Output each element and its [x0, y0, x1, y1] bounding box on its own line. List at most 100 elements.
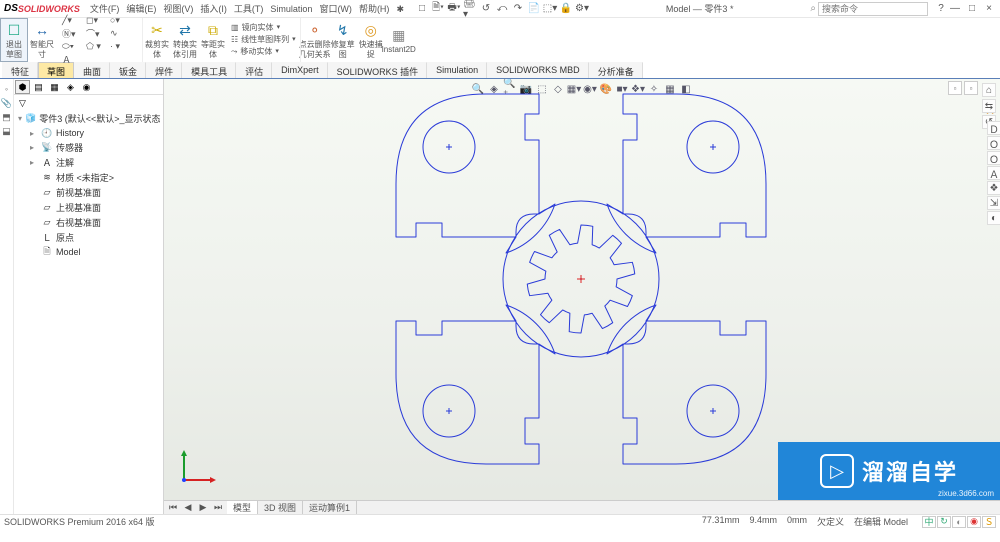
view-tool-1[interactable]: ◈ [487, 82, 501, 96]
sketch-tool-9[interactable]: Ａ [62, 54, 84, 66]
pattern-tool-2[interactable]: ⤳移动实体▾ [231, 46, 279, 58]
menu-item-4[interactable]: 工具(T) [234, 4, 264, 14]
tray-icon-4[interactable]: Ｓ [982, 516, 996, 528]
repair-sketch-button[interactable]: ↯ 修复草 图 [329, 18, 357, 62]
tree-item-3[interactable]: ≋材质 <未指定> [18, 170, 159, 185]
view-tool-5[interactable]: ◇ [551, 82, 565, 96]
view-tool-11[interactable]: ✧ [647, 82, 661, 96]
menu-item-7[interactable]: 帮助(H) [359, 4, 390, 14]
bottom-tab-0[interactable]: 模型 [227, 501, 258, 514]
convert-entities-button[interactable]: ⇄ 转换实 体引用 [171, 18, 199, 62]
menu-item-6[interactable]: 窗口(W) [319, 4, 352, 14]
title-tool-2[interactable]: 🖶▾ [447, 2, 461, 16]
instant2d-button[interactable]: ▦ Instant2D [385, 18, 413, 62]
hud-button-1[interactable]: ⇆ [982, 99, 996, 113]
bt-nav-0[interactable]: ⏮ [166, 502, 180, 513]
fm-filter-icon[interactable]: ▽ [15, 96, 30, 110]
search-input[interactable] [818, 2, 928, 16]
sketch-tool-3[interactable]: Ⓝ▾ [62, 28, 84, 40]
help-button[interactable]: ? [934, 2, 948, 16]
sketch-tool-4[interactable]: ⌒▾ [86, 28, 108, 40]
menu-item-5[interactable]: Simulation [270, 4, 312, 14]
sketch-tool-6[interactable]: ⬭▾ [62, 41, 84, 53]
fm-tab-config[interactable]: ▦ [47, 80, 62, 94]
view-tool-10[interactable]: ❖▾ [631, 82, 645, 96]
title-tool-3[interactable]: 🖨▾ [463, 2, 477, 16]
taskpane-tab-2[interactable]: Ｏ [987, 151, 1000, 165]
command-tab-7[interactable]: DimXpert [272, 62, 328, 78]
taskpane-tab-3[interactable]: Ａ [987, 166, 1000, 180]
view-tool-13[interactable]: ◧ [679, 82, 693, 96]
pattern-tool-0[interactable]: ▥镜向实体▾ [231, 22, 280, 34]
command-tab-4[interactable]: 焊件 [146, 62, 182, 78]
command-tab-0[interactable]: 特征 [2, 62, 38, 78]
fm-tab-dim[interactable]: ◈ [63, 80, 78, 94]
vt-icon1[interactable]: ◦ [1, 83, 13, 95]
window-minimize[interactable]: — [948, 2, 962, 16]
sketch-tool-2[interactable]: ○▾ [110, 15, 132, 27]
tree-item-7[interactable]: Ｌ原点 [18, 230, 159, 245]
command-tab-8[interactable]: SOLIDWORKS 插件 [328, 62, 428, 78]
viewport-win-1[interactable]: ▫ [964, 81, 978, 95]
hud-button-0[interactable]: ⌂ [982, 83, 996, 97]
quick-snap-button[interactable]: ◎ 快速捕 捉 [357, 18, 385, 62]
viewport-win-0[interactable]: ▫ [948, 81, 962, 95]
title-tool-10[interactable]: ⚙▾ [575, 2, 589, 16]
trim-entities-button[interactable]: ✂ 裁剪实 体 [143, 18, 171, 62]
command-tab-5[interactable]: 模具工具 [182, 62, 236, 78]
command-tab-9[interactable]: Simulation [427, 62, 487, 78]
title-tool-8[interactable]: ⬚▾ [543, 2, 557, 16]
taskpane-tab-6[interactable]: ◐ [987, 211, 1000, 225]
fm-tab-display[interactable]: ◉ [79, 80, 94, 94]
vt-icon3[interactable]: ⬒ [1, 111, 13, 123]
tree-item-0[interactable]: ▸🕘History [18, 126, 159, 140]
title-tool-7[interactable]: 📄 [527, 2, 541, 16]
bt-nav-3[interactable]: ⏭ [211, 502, 225, 513]
exit-sketch-button[interactable]: ☐ 退出 草图 [0, 18, 28, 62]
tray-icon-0[interactable]: 中 [922, 516, 936, 528]
sketch-tool-1[interactable]: ◻▾ [86, 15, 108, 27]
menu-item-8[interactable]: ✱ [396, 4, 404, 14]
tree-item-6[interactable]: ▱右视基准面 [18, 215, 159, 230]
title-tool-9[interactable]: 🔒 [559, 2, 573, 16]
tree-item-1[interactable]: ▸📡传感器 [18, 140, 159, 155]
view-tool-9[interactable]: ■▾ [615, 82, 629, 96]
view-tool-6[interactable]: ▦▾ [567, 82, 581, 96]
fm-tab-property[interactable]: ▤ [31, 80, 46, 94]
title-tool-1[interactable]: 🗎▾ [431, 2, 445, 16]
bt-nav-2[interactable]: ▶ [196, 502, 210, 513]
tree-root[interactable]: ▾🧊零件3 (默认<<默认>_显示状态 1>) [18, 111, 159, 126]
command-tab-11[interactable]: 分析准备 [589, 62, 643, 78]
smart-dimension-button[interactable]: ↔ 智能尺 寸 [28, 18, 56, 62]
sketch-tool-7[interactable]: ⬠ ▾ [86, 41, 108, 53]
view-tool-3[interactable]: 📷 [519, 82, 533, 96]
view-tool-4[interactable]: ⬚ [535, 82, 549, 96]
view-tool-7[interactable]: ◉▾ [583, 82, 597, 96]
graphics-viewport[interactable]: 🔍◈🔍⁺📷⬚◇▦▾◉▾🎨■▾❖▾✧▦◧ ▫▫ ✖ ⌂⇆↺ ＤＯＯＡ❖⇲◐ [164, 79, 1000, 514]
fm-tab-tree[interactable]: ⬢ [15, 80, 30, 94]
sketch-tool-0[interactable]: ╱▾ [62, 15, 84, 27]
tree-item-4[interactable]: ▱前视基准面 [18, 185, 159, 200]
bottom-tab-2[interactable]: 运动算例1 [303, 501, 357, 514]
view-tool-2[interactable]: 🔍⁺ [503, 82, 517, 96]
tree-item-5[interactable]: ▱上视基准面 [18, 200, 159, 215]
tree-item-8[interactable]: 🗎Model [18, 245, 159, 259]
view-tool-12[interactable]: ▦ [663, 82, 677, 96]
tray-icon-1[interactable]: ↻ [937, 516, 951, 528]
window-maximize[interactable]: □ [965, 2, 979, 16]
tray-icon-3[interactable]: ◉ [967, 516, 981, 528]
tree-item-2[interactable]: ▸Ａ注解 [18, 155, 159, 170]
pattern-tool-1[interactable]: ☷线性草图阵列▾ [231, 34, 296, 46]
view-tool-0[interactable]: 🔍 [471, 82, 485, 96]
command-tab-6[interactable]: 评估 [236, 62, 272, 78]
title-tool-5[interactable]: ⤺ [495, 2, 509, 16]
tray-icon-2[interactable]: ◐ [952, 516, 966, 528]
vt-icon4[interactable]: ⬓ [1, 125, 13, 137]
vt-icon2[interactable]: 📎 [1, 97, 13, 109]
sketch-tool-8[interactable]: · ▾ [110, 41, 132, 53]
delete-relations-button[interactable]: ⚬ 点云删除 几何关系 [301, 18, 329, 62]
taskpane-tab-4[interactable]: ❖ [987, 181, 1000, 195]
taskpane-tab-0[interactable]: Ｄ [987, 121, 1000, 135]
menu-item-3[interactable]: 插入(I) [200, 4, 227, 14]
command-tab-10[interactable]: SOLIDWORKS MBD [487, 62, 589, 78]
